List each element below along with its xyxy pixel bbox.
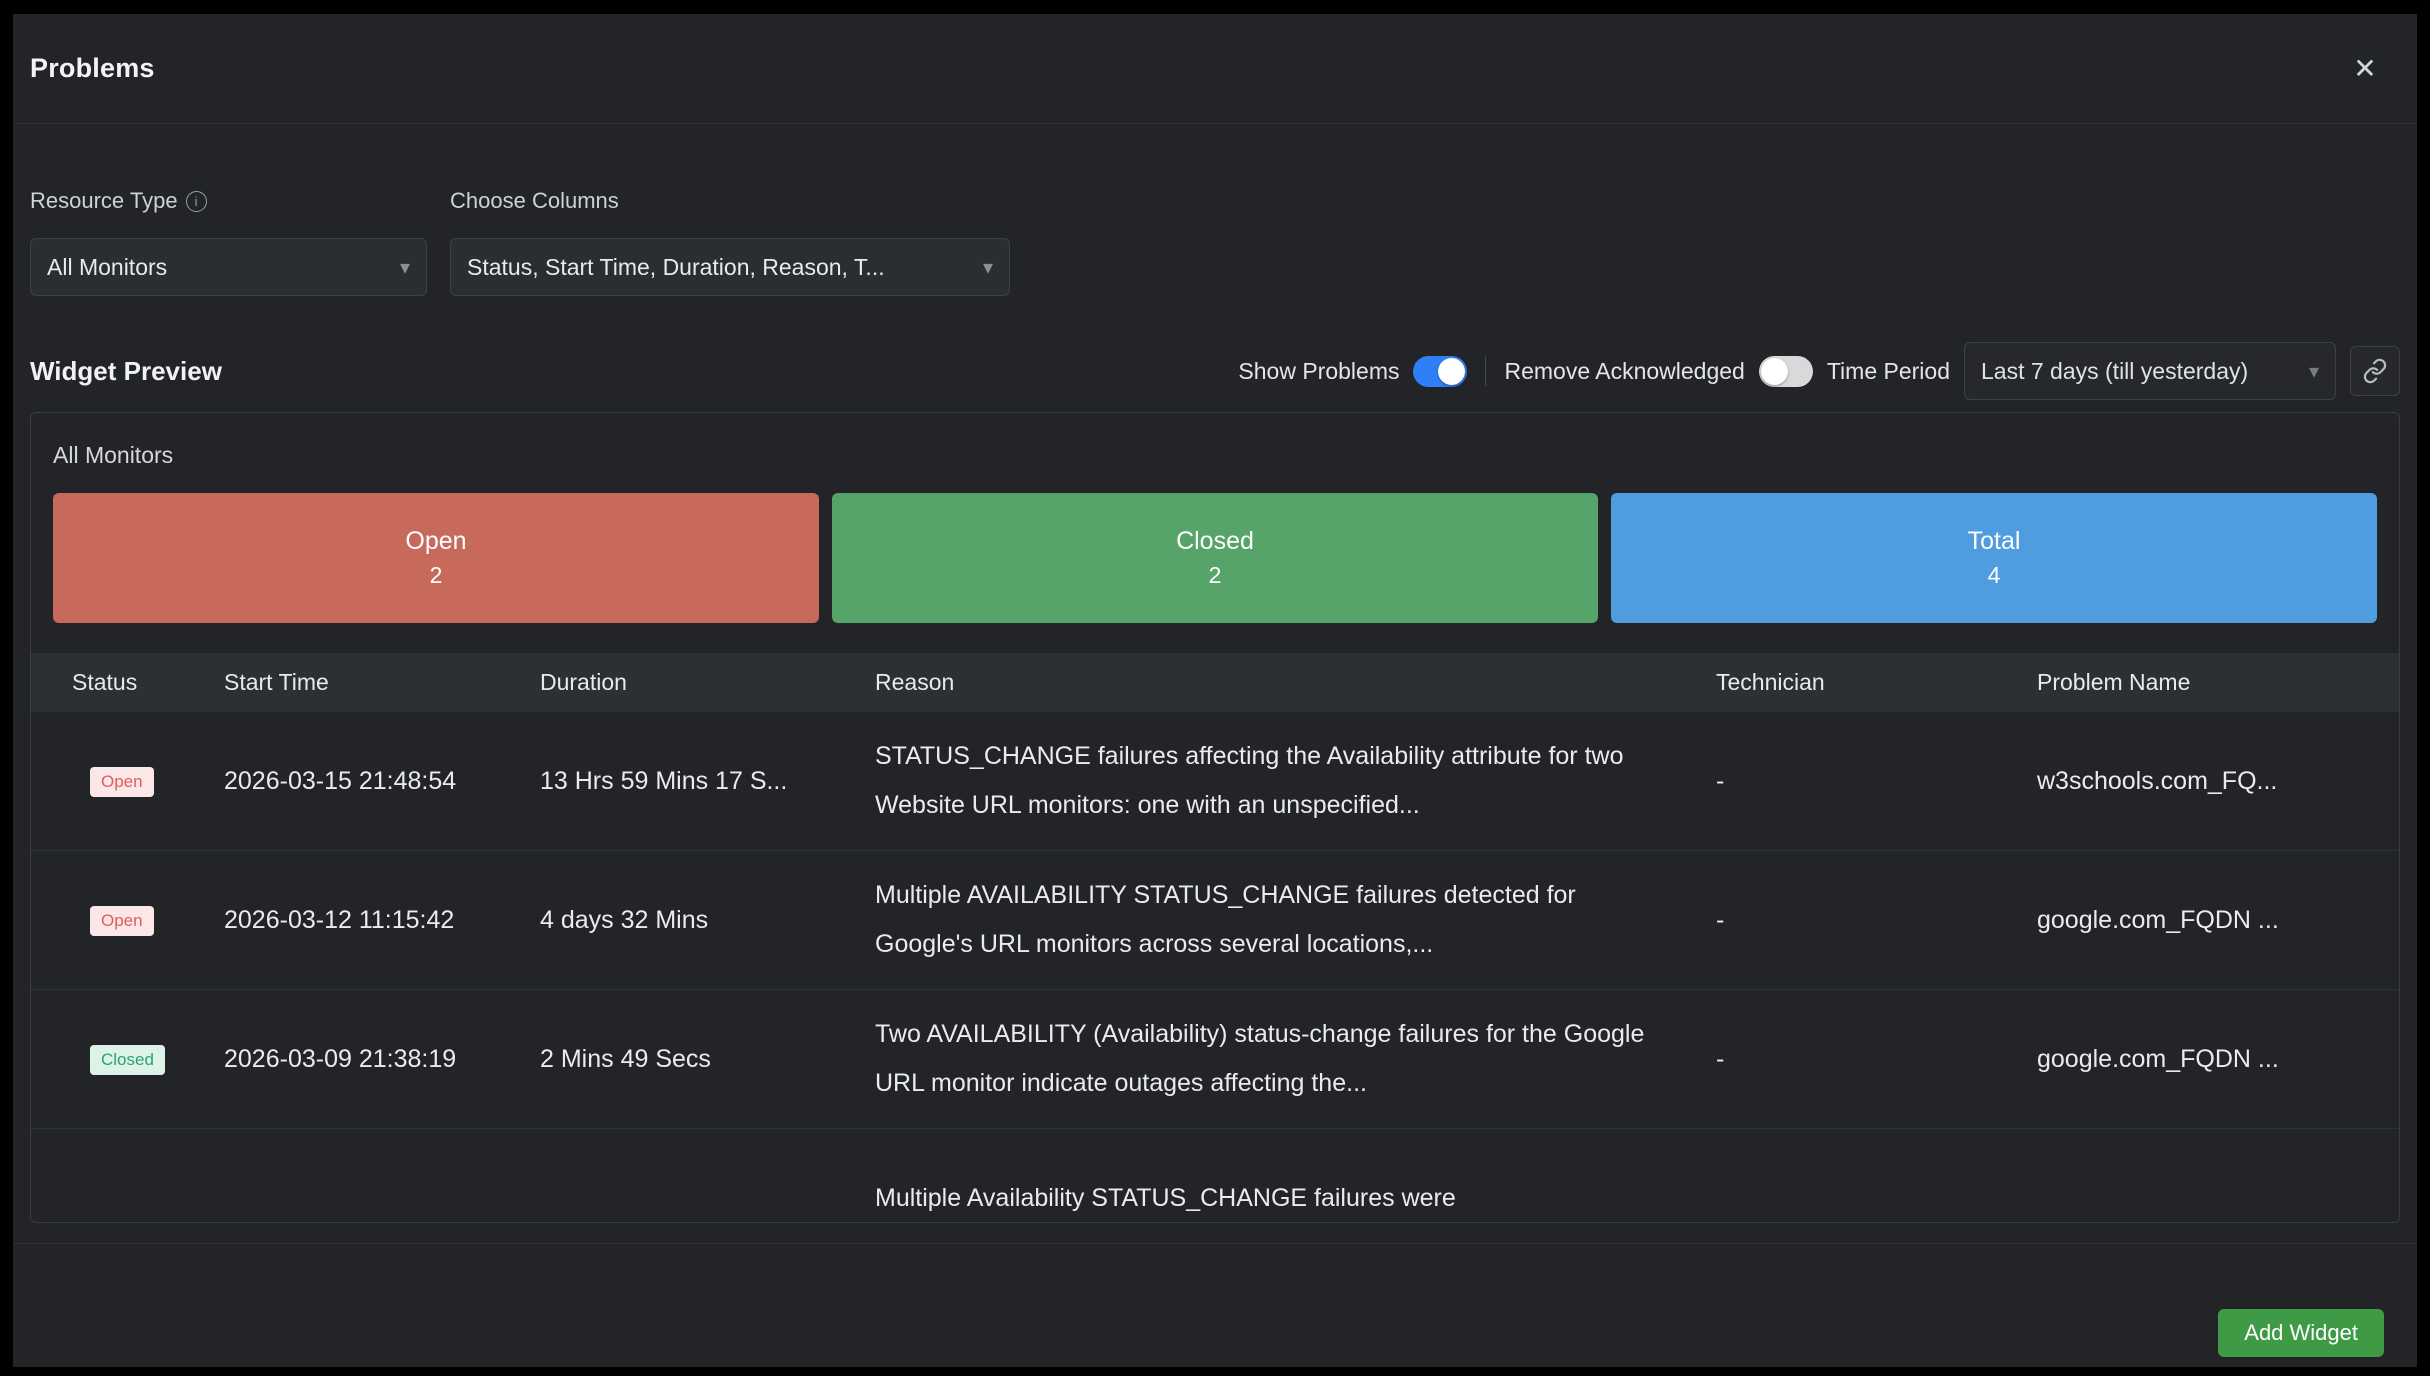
resource-type-value: All Monitors <box>47 254 167 281</box>
time-period-label: Time Period <box>1827 358 1950 385</box>
open-summary-card[interactable]: Open 2 <box>53 493 819 623</box>
column-header-reason: Reason <box>875 669 1716 696</box>
status-badge: Closed <box>90 1045 165 1075</box>
card-count: 4 <box>1988 562 2001 589</box>
card-label: Open <box>405 527 466 556</box>
dialog-footer: Add Widget <box>13 1243 2417 1367</box>
card-label: Closed <box>1176 527 1254 556</box>
duration-cell: 13 Hrs 59 Mins 17 S... <box>540 767 875 796</box>
resource-type-label-text: Resource Type <box>30 188 178 214</box>
reason-cell: Multiple AVAILABILITY STATUS_CHANGE fail… <box>875 871 1716 969</box>
dialog-header: Problems ✕ <box>13 14 2417 124</box>
choose-columns-label: Choose Columns <box>450 188 1010 214</box>
reason-cell: Two AVAILABILITY (Availability) status-c… <box>875 1010 1716 1108</box>
preview-bar: Widget Preview Show Problems Remove Ackn… <box>30 342 2400 400</box>
column-header-duration: Duration <box>540 669 875 696</box>
vertical-divider <box>1485 356 1486 386</box>
technician-cell: - <box>1716 767 2037 796</box>
choose-columns-label-text: Choose Columns <box>450 188 619 214</box>
close-icon[interactable]: ✕ <box>2343 47 2387 91</box>
table-row[interactable]: Multiple Availability STATUS_CHANGE fail… <box>31 1129 2399 1223</box>
status-badge: Open <box>90 906 154 936</box>
duration-cell: 4 days 32 Mins <box>540 906 875 935</box>
info-icon: i <box>186 191 207 212</box>
summary-cards: Open 2 Closed 2 Total 4 <box>53 493 2377 623</box>
card-count: 2 <box>430 562 443 589</box>
toggle-knob <box>1438 358 1465 385</box>
problem-name-cell: w3schools.com_FQ... <box>2037 767 2375 796</box>
form-row: Resource Type i All Monitors ▾ Choose Co… <box>30 188 2400 296</box>
copy-link-button[interactable] <box>2350 346 2400 396</box>
problems-dialog: Problems ✕ Resource Type i All Monitors … <box>13 14 2417 1367</box>
table-header: Status Start Time Duration Reason Techni… <box>31 653 2399 712</box>
link-icon <box>2362 358 2388 384</box>
dialog-body: Resource Type i All Monitors ▾ Choose Co… <box>13 188 2417 1223</box>
table-row[interactable]: Open 2026-03-15 21:48:54 13 Hrs 59 Mins … <box>31 712 2399 851</box>
choose-columns-select[interactable]: Status, Start Time, Duration, Reason, T.… <box>450 238 1010 296</box>
column-header-technician: Technician <box>1716 669 2037 696</box>
problem-name-cell: google.com_FQDN ... <box>2037 1045 2375 1074</box>
preview-controls: Show Problems Remove Acknowledged Time P… <box>1238 342 2400 400</box>
total-summary-card[interactable]: Total 4 <box>1611 493 2377 623</box>
show-problems-toggle[interactable] <box>1413 356 1467 387</box>
start-time-cell: 2026-03-15 21:48:54 <box>224 767 540 796</box>
column-header-start-time: Start Time <box>224 669 540 696</box>
time-period-value: Last 7 days (till yesterday) <box>1981 358 2248 385</box>
chevron-down-icon: ▾ <box>2309 359 2319 384</box>
panel-title: All Monitors <box>31 413 2399 469</box>
start-time-cell: 2026-03-12 11:15:42 <box>224 906 540 935</box>
closed-summary-card[interactable]: Closed 2 <box>832 493 1598 623</box>
show-problems-label: Show Problems <box>1238 358 1399 385</box>
choose-columns-field: Choose Columns Status, Start Time, Durat… <box>450 188 1010 296</box>
add-widget-button[interactable]: Add Widget <box>2218 1309 2384 1357</box>
start-time-cell: 2026-03-09 21:38:19 <box>224 1045 540 1074</box>
table-row[interactable]: Closed 2026-03-09 21:38:19 2 Mins 49 Sec… <box>31 990 2399 1129</box>
remove-acknowledged-label: Remove Acknowledged <box>1504 358 1744 385</box>
column-header-problem-name: Problem Name <box>2037 669 2375 696</box>
problem-name-cell: google.com_FQDN ... <box>2037 906 2375 935</box>
resource-type-field: Resource Type i All Monitors ▾ <box>30 188 427 296</box>
widget-preview-panel: All Monitors Open 2 Closed 2 Total 4 Sta… <box>30 412 2400 1223</box>
time-period-select[interactable]: Last 7 days (till yesterday) ▾ <box>1964 342 2336 400</box>
reason-cell: Multiple Availability STATUS_CHANGE fail… <box>875 1174 1716 1223</box>
technician-cell: - <box>1716 906 2037 935</box>
duration-cell: 2 Mins 49 Secs <box>540 1045 875 1074</box>
dialog-title: Problems <box>30 53 155 84</box>
widget-preview-heading: Widget Preview <box>30 356 222 387</box>
technician-cell: - <box>1716 1045 2037 1074</box>
status-badge: Open <box>90 767 154 797</box>
chevron-down-icon: ▾ <box>983 255 993 280</box>
choose-columns-value: Status, Start Time, Duration, Reason, T.… <box>467 254 885 281</box>
toggle-knob <box>1761 358 1788 385</box>
resource-type-label: Resource Type i <box>30 188 427 214</box>
reason-cell: STATUS_CHANGE failures affecting the Ava… <box>875 732 1716 830</box>
table-row[interactable]: Open 2026-03-12 11:15:42 4 days 32 Mins … <box>31 851 2399 990</box>
remove-acknowledged-toggle[interactable] <box>1759 356 1813 387</box>
chevron-down-icon: ▾ <box>400 255 410 280</box>
card-count: 2 <box>1209 562 1222 589</box>
resource-type-select[interactable]: All Monitors ▾ <box>30 238 427 296</box>
column-header-status: Status <box>72 669 224 696</box>
card-label: Total <box>1968 527 2021 556</box>
